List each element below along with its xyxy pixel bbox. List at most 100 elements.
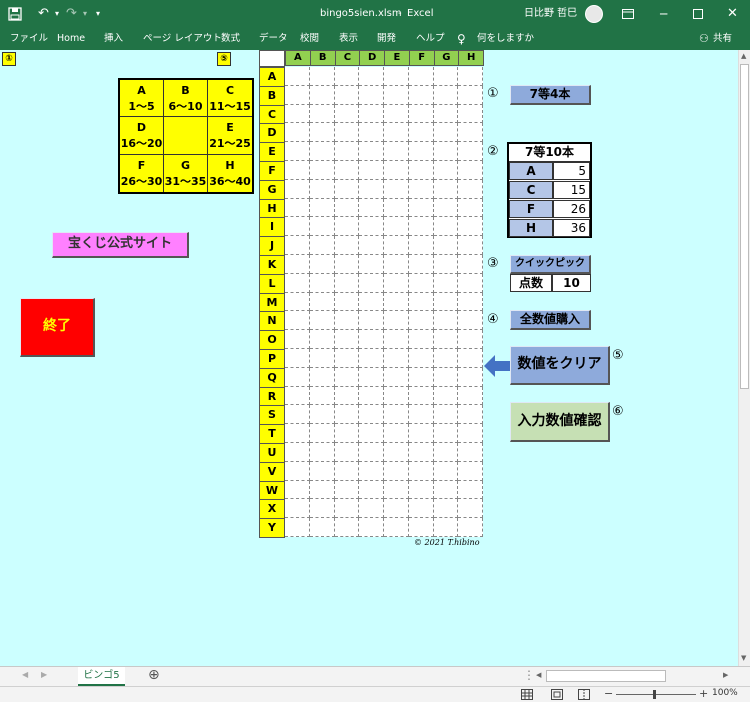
- grid-cell[interactable]: [334, 443, 360, 462]
- prize-7-4-button[interactable]: 7等4本: [510, 85, 591, 105]
- undo-icon[interactable]: ↶: [38, 0, 49, 28]
- scroll-up-icon[interactable]: ▲: [741, 52, 746, 60]
- grid-cell[interactable]: [359, 255, 384, 274]
- tell-me-search[interactable]: 何をしますか: [477, 28, 534, 50]
- grid-cell[interactable]: [433, 67, 459, 86]
- grid-cell[interactable]: [458, 330, 483, 349]
- grid-cell[interactable]: [384, 461, 409, 481]
- zoom-slider-handle[interactable]: [653, 690, 656, 699]
- grid-cell[interactable]: [458, 236, 483, 255]
- grid-cell[interactable]: [408, 198, 434, 218]
- scroll-down-icon[interactable]: ▼: [741, 654, 746, 662]
- grid-cell[interactable]: [309, 499, 335, 519]
- grid-cell[interactable]: [309, 461, 335, 481]
- grid-cell[interactable]: [359, 405, 384, 425]
- points-value[interactable]: 10: [552, 274, 591, 292]
- grid-cell[interactable]: [309, 236, 335, 255]
- grid-cell[interactable]: [408, 104, 434, 124]
- grid-cell[interactable]: [285, 104, 310, 124]
- grid-cell[interactable]: [384, 161, 409, 180]
- grid-cell[interactable]: [408, 217, 434, 237]
- grid-cell[interactable]: [334, 142, 360, 161]
- grid-cell[interactable]: [309, 480, 335, 500]
- confirm-input-button[interactable]: 入力数値確認: [510, 402, 610, 442]
- maximize-icon[interactable]: [693, 9, 703, 19]
- grid-cell[interactable]: [359, 161, 384, 180]
- grid-cell[interactable]: [309, 123, 335, 143]
- grid-cell[interactable]: [359, 349, 384, 368]
- grid-cell[interactable]: [458, 123, 483, 143]
- grid-cell[interactable]: [359, 386, 384, 406]
- scrollbar-thumb[interactable]: [740, 64, 749, 389]
- grid-cell[interactable]: [359, 424, 384, 443]
- grid-cell[interactable]: [285, 273, 310, 293]
- grid-cell[interactable]: [384, 85, 409, 105]
- grid-cell[interactable]: [384, 104, 409, 124]
- grid-cell[interactable]: [433, 217, 459, 237]
- grid-cell[interactable]: [309, 67, 335, 86]
- grid-cell[interactable]: [458, 67, 483, 86]
- tab-file[interactable]: ファイル: [10, 28, 48, 50]
- grid-cell[interactable]: [458, 85, 483, 105]
- grid-cell[interactable]: [408, 292, 434, 312]
- grid-cell[interactable]: [433, 386, 459, 406]
- grid-cell[interactable]: [359, 292, 384, 312]
- grid-cell[interactable]: [359, 236, 384, 255]
- grid-cell[interactable]: [285, 179, 310, 199]
- official-site-button[interactable]: 宝くじ公式サイト: [52, 232, 189, 258]
- grid-cell[interactable]: [359, 217, 384, 237]
- grid-cell[interactable]: [285, 518, 310, 537]
- grid-cell[interactable]: [384, 198, 409, 218]
- grid-cell[interactable]: [309, 217, 335, 237]
- grid-cell[interactable]: [334, 104, 360, 124]
- grid-cell[interactable]: [408, 273, 434, 293]
- grid-cell[interactable]: [285, 236, 310, 255]
- grid-cell[interactable]: [458, 161, 483, 180]
- grid-cell[interactable]: [285, 499, 310, 519]
- grid-cell[interactable]: [433, 292, 459, 312]
- grid-cell[interactable]: [309, 104, 335, 124]
- grid-cell[interactable]: [334, 236, 360, 255]
- grid-cell[interactable]: [433, 461, 459, 481]
- grid-cell[interactable]: [285, 480, 310, 500]
- grid-cell[interactable]: [408, 330, 434, 349]
- grid-cell[interactable]: [408, 179, 434, 199]
- grid-cell[interactable]: [334, 405, 360, 425]
- grid-cell[interactable]: [309, 311, 335, 331]
- tab-data[interactable]: データ: [259, 28, 288, 50]
- grid-cell[interactable]: [334, 424, 360, 443]
- grid-cell[interactable]: [433, 104, 459, 124]
- grid-cell[interactable]: [309, 161, 335, 180]
- grid-cell[interactable]: [384, 273, 409, 293]
- grid-cell[interactable]: [458, 499, 483, 519]
- tab-page-layout[interactable]: ページ レイアウト: [143, 28, 222, 50]
- prize-7-10-value[interactable]: 15: [553, 181, 590, 199]
- grid-cell[interactable]: [359, 85, 384, 105]
- grid-cell[interactable]: [285, 85, 310, 105]
- grid-cell[interactable]: [334, 273, 360, 293]
- grid-cell[interactable]: [458, 518, 483, 537]
- grid-cell[interactable]: [408, 386, 434, 406]
- grid-cell[interactable]: [334, 123, 360, 143]
- grid-cell[interactable]: [359, 367, 384, 387]
- grid-cell[interactable]: [433, 330, 459, 349]
- grid-cell[interactable]: [334, 217, 360, 237]
- grid-cell[interactable]: [458, 217, 483, 237]
- grid-cell[interactable]: [408, 480, 434, 500]
- horizontal-scrollbar-thumb[interactable]: [546, 670, 666, 682]
- grid-cell[interactable]: [384, 123, 409, 143]
- grid-cell[interactable]: [433, 424, 459, 443]
- normal-view-icon[interactable]: [521, 689, 533, 700]
- grid-cell[interactable]: [458, 480, 483, 500]
- grid-cell[interactable]: [359, 480, 384, 500]
- grid-cell[interactable]: [408, 67, 434, 86]
- grid-cell[interactable]: [285, 311, 310, 331]
- zoom-out-icon[interactable]: −: [604, 687, 613, 700]
- grid-cell[interactable]: [384, 292, 409, 312]
- grid-cell[interactable]: [408, 518, 434, 537]
- grid-cell[interactable]: [408, 255, 434, 274]
- page-break-view-icon[interactable]: [578, 689, 590, 700]
- prev-sheet-icon[interactable]: ◀: [22, 670, 28, 679]
- grid-cell[interactable]: [334, 161, 360, 180]
- zoom-in-icon[interactable]: +: [699, 687, 708, 700]
